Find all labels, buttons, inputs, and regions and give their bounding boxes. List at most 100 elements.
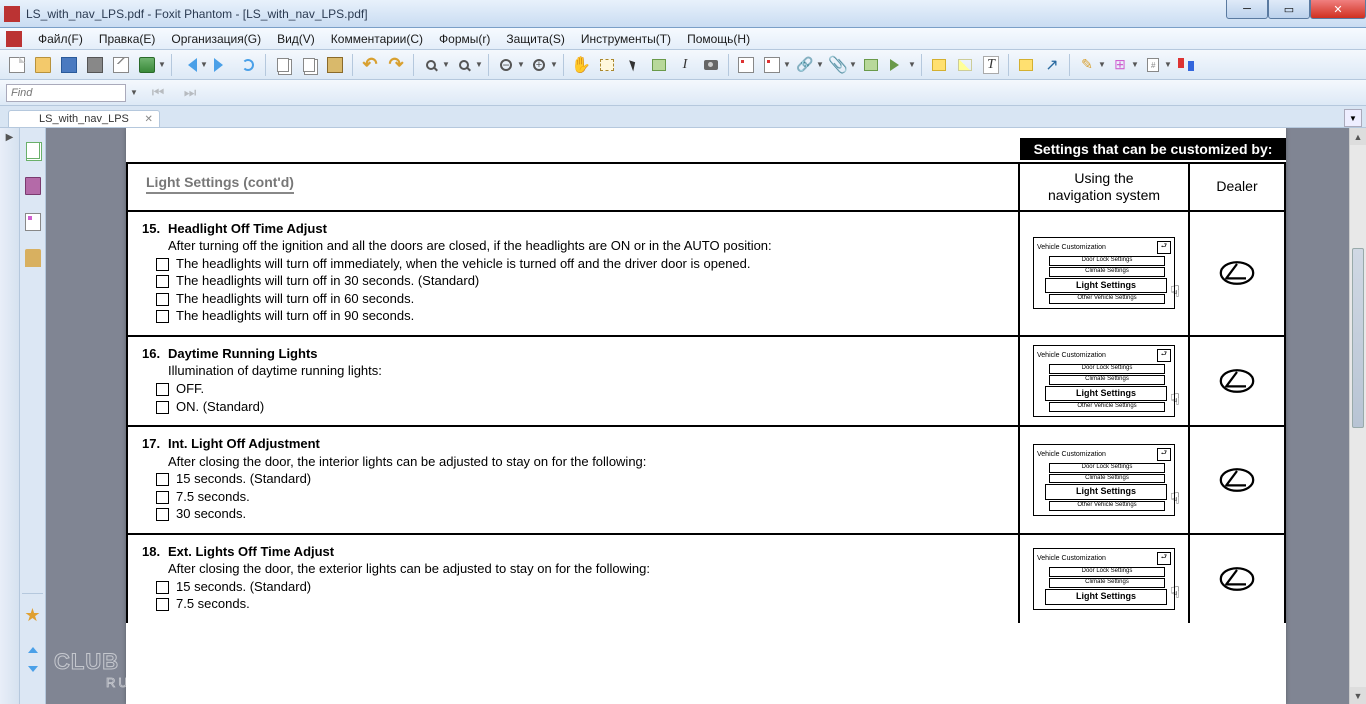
menu-forms[interactable]: Формы(r) [431,30,498,48]
favorites-icon[interactable]: ★ [24,605,40,626]
paste-button[interactable] [324,54,346,76]
print-button[interactable] [84,54,106,76]
panel-down-icon[interactable] [26,666,40,680]
maximize-button[interactable]: ▭ [1268,0,1310,19]
nav-prev-dd[interactable]: ▼ [200,60,209,69]
lexus-logo-icon [1219,368,1255,394]
menu-file[interactable]: Файл(F) [30,30,91,48]
zoom-in-dd[interactable]: ▼ [550,60,559,69]
zoom-out-button[interactable] [495,54,517,76]
document-tab[interactable]: LS_with_nav_LPS ✕ [8,110,160,127]
option-checkbox: The headlights will turn off in 90 secon… [156,307,1004,325]
close-button[interactable]: ✕ [1310,0,1366,19]
hand-tool-button[interactable]: ✋ [570,54,592,76]
play-dd[interactable]: ▼ [908,60,917,69]
window-controls: ─ ▭ ✕ [1226,0,1366,19]
flags-button[interactable] [1175,54,1197,76]
menu-edit[interactable]: Правка(E) [91,30,164,48]
stamp-dd[interactable]: ▼ [1131,60,1140,69]
play-button[interactable] [886,54,908,76]
text-select-button[interactable]: I [674,54,696,76]
nav-next-button[interactable] [211,54,233,76]
menu-organize[interactable]: Организация(G) [163,30,269,48]
zoom-in-button[interactable] [528,54,550,76]
pencil-button[interactable]: ✎ [1076,54,1098,76]
redo-button[interactable]: ↷ [385,54,407,76]
snapshot-button[interactable] [648,54,670,76]
vertical-scrollbar[interactable]: ▲ ▼ [1349,128,1366,704]
menu-view[interactable]: Вид(V) [269,30,323,48]
camera-button[interactable] [700,54,722,76]
scroll-down-icon[interactable]: ▼ [1350,687,1366,704]
pagenum-dd[interactable]: ▼ [1164,60,1173,69]
open-button[interactable] [32,54,54,76]
new-doc-button[interactable] [6,54,28,76]
email-button[interactable] [110,54,132,76]
option-checkbox: The headlights will turn off immediately… [156,255,1004,273]
note-button[interactable] [928,54,950,76]
option-checkbox: 15 seconds. (Standard) [156,578,1004,596]
callout-button[interactable] [1015,54,1037,76]
attachments-panel-icon[interactable] [25,249,41,267]
main-area: ▶ ★ Settings that can be customized by: … [0,128,1366,704]
document-viewport[interactable]: Settings that can be customized by: Ligh… [46,128,1366,704]
cut-button[interactable] [272,54,294,76]
zoom-button[interactable] [420,54,442,76]
scroll-thumb[interactable] [1352,248,1364,428]
form-button[interactable] [735,54,757,76]
pagenum-button[interactable] [1142,54,1164,76]
find-input[interactable] [6,84,126,102]
zoom-dd[interactable]: ▼ [442,60,451,69]
option-checkbox: ON. (Standard) [156,398,1004,416]
tab-close-icon[interactable]: ✕ [145,114,153,125]
sidebar-toggle[interactable]: ▶ [0,128,20,704]
attach-dd[interactable]: ▼ [849,60,858,69]
highlight-button[interactable] [954,54,976,76]
table-row: 17.Int. Light Off Adjustment After closi… [128,425,1284,533]
tabbar-dropdown[interactable]: ▼ [1344,109,1362,127]
menu-tools[interactable]: Инструменты(T) [573,30,679,48]
find-next-button[interactable]: ⏭ [179,82,201,104]
cursor-icon: ☟ [1170,489,1180,509]
nav-prev-button[interactable] [178,54,200,76]
app-icon-small [6,31,22,47]
form2-dd[interactable]: ▼ [783,60,792,69]
scroll-up-icon[interactable]: ▲ [1350,128,1366,145]
save-button[interactable] [58,54,80,76]
image-button[interactable] [860,54,882,76]
table-row: 16.Daytime Running Lights Illumination o… [128,335,1284,425]
attach-button[interactable]: 📎 [827,54,849,76]
find-prev-button[interactable]: ⏮ [147,82,169,104]
scan-button[interactable] [136,54,158,76]
zoom-out-dd[interactable]: ▼ [517,60,526,69]
refresh-button[interactable] [237,54,259,76]
lexus-logo-icon [1219,566,1255,592]
pointer-tool-button[interactable] [622,54,644,76]
copy-button[interactable] [298,54,320,76]
panel-up-icon[interactable] [26,642,40,656]
minimize-button[interactable]: ─ [1226,0,1268,19]
option-checkbox: The headlights will turn off in 30 secon… [156,272,1004,290]
menu-comments[interactable]: Комментарии(C) [323,30,431,48]
pages-panel-icon[interactable] [26,142,40,159]
link-button[interactable]: 🔗 [794,54,816,76]
scan-dropdown[interactable]: ▼ [158,60,167,69]
stamp-button[interactable]: ⊞ [1109,54,1131,76]
zoom-fit-button[interactable] [453,54,475,76]
menu-help[interactable]: Помощь(H) [679,30,758,48]
undo-button[interactable]: ↶ [359,54,381,76]
link-dd[interactable]: ▼ [816,60,825,69]
textbox-button[interactable]: T [980,54,1002,76]
find-dd[interactable]: ▼ [130,88,139,97]
settings-table: Light Settings (cont'd) Using thenavigat… [126,162,1286,623]
bookmarks-panel-icon[interactable] [25,177,41,195]
menu-security[interactable]: Защита(S) [498,30,573,48]
nav-diagram: Vehicle Customization⮐ Door Lock Setting… [1033,548,1175,609]
form2-button[interactable] [761,54,783,76]
comments-panel-icon[interactable] [25,213,41,231]
arrow-button[interactable]: ↗ [1041,54,1063,76]
select-tool-button[interactable] [596,54,618,76]
cursor-icon: ☟ [1170,390,1180,410]
zoom-fit-dd[interactable]: ▼ [475,60,484,69]
pencil-dd[interactable]: ▼ [1098,60,1107,69]
